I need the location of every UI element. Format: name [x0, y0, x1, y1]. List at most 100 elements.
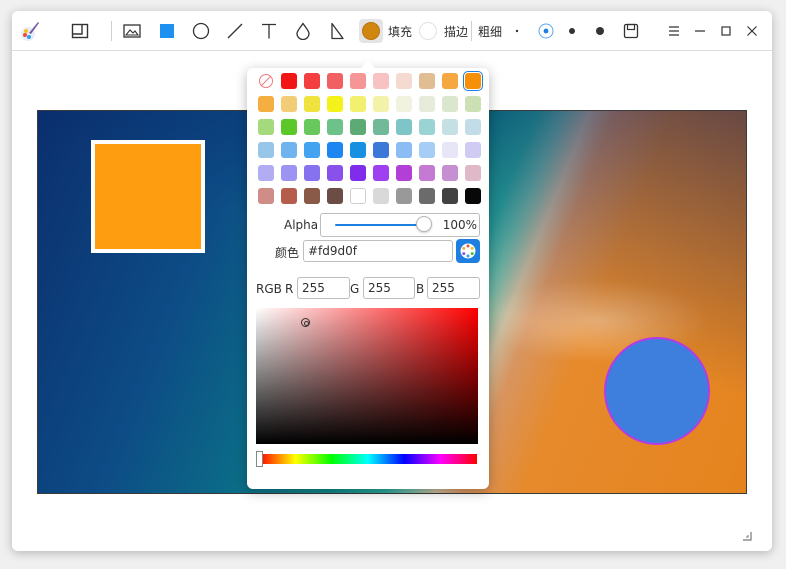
hue-slider[interactable] [259, 454, 477, 464]
color-swatch[interactable] [419, 119, 435, 135]
close-icon[interactable] [740, 19, 764, 43]
color-swatch[interactable] [258, 188, 274, 204]
color-swatch[interactable] [281, 96, 297, 112]
color-swatch[interactable] [304, 73, 320, 89]
cut-icon[interactable] [325, 19, 349, 43]
color-swatch[interactable] [327, 96, 343, 112]
thickness-small-option[interactable] [505, 19, 529, 43]
color-swatch[interactable] [373, 142, 389, 158]
color-swatch[interactable] [373, 119, 389, 135]
color-swatch[interactable] [373, 96, 389, 112]
thickness-xlarge-option[interactable] [588, 19, 612, 43]
color-swatch[interactable] [281, 188, 297, 204]
color-swatch[interactable] [442, 188, 458, 204]
g-label: G [350, 282, 360, 296]
droplet-icon[interactable] [291, 19, 315, 43]
color-swatch[interactable] [465, 188, 481, 204]
color-swatch[interactable] [396, 142, 412, 158]
color-swatch[interactable] [327, 73, 343, 89]
color-swatch[interactable] [350, 96, 366, 112]
color-swatch[interactable] [350, 142, 366, 158]
color-swatch[interactable] [304, 119, 320, 135]
color-swatch[interactable] [327, 142, 343, 158]
alpha-slider-track[interactable] [335, 224, 427, 226]
r-input[interactable]: 255 [297, 277, 350, 299]
thickness-large-option[interactable] [560, 19, 584, 43]
maximize-icon[interactable] [714, 19, 738, 43]
fill-color-button[interactable] [359, 19, 383, 43]
color-swatch[interactable] [419, 165, 435, 181]
orange-rectangle-shape[interactable] [91, 140, 205, 253]
color-swatch[interactable] [281, 142, 297, 158]
color-swatch[interactable] [465, 142, 481, 158]
color-swatch[interactable] [327, 188, 343, 204]
color-swatch[interactable] [258, 119, 274, 135]
toolbar-separator [111, 21, 112, 41]
color-swatch[interactable] [281, 73, 297, 89]
color-swatch[interactable] [304, 188, 320, 204]
color-swatch[interactable] [327, 119, 343, 135]
color-swatch[interactable] [350, 188, 366, 204]
thickness-label: 粗细 [478, 25, 503, 39]
crop-icon[interactable] [68, 19, 92, 43]
color-swatch[interactable] [350, 165, 366, 181]
color-swatch[interactable] [304, 165, 320, 181]
color-swatch[interactable] [419, 73, 435, 89]
color-swatch[interactable] [442, 96, 458, 112]
color-swatch[interactable] [373, 188, 389, 204]
alpha-slider-handle[interactable] [416, 216, 432, 232]
color-swatch[interactable] [465, 165, 481, 181]
color-swatch[interactable] [442, 165, 458, 181]
color-swatch[interactable] [419, 96, 435, 112]
blue-circle-shape[interactable] [604, 337, 710, 445]
color-swatch[interactable] [304, 96, 320, 112]
color-swatch[interactable] [396, 188, 412, 204]
color-swatch[interactable] [465, 119, 481, 135]
paintbrush-icon[interactable] [18, 19, 42, 43]
color-swatch[interactable] [373, 73, 389, 89]
toolbar-separator [471, 21, 472, 41]
color-swatch[interactable] [258, 165, 274, 181]
save-icon[interactable] [619, 19, 643, 43]
stroke-label[interactable]: 描边 [444, 23, 468, 40]
color-swatch[interactable] [396, 119, 412, 135]
palette-picker-icon[interactable] [456, 239, 480, 263]
color-swatch[interactable] [281, 119, 297, 135]
color-swatch[interactable] [396, 96, 412, 112]
text-icon[interactable] [257, 19, 281, 43]
color-swatch[interactable] [281, 165, 297, 181]
color-swatch[interactable] [465, 96, 481, 112]
stroke-color-button[interactable] [416, 19, 440, 43]
color-swatch[interactable] [327, 165, 343, 181]
hue-slider-handle[interactable] [256, 451, 263, 467]
color-swatch[interactable] [304, 142, 320, 158]
color-swatch[interactable] [419, 188, 435, 204]
image-icon[interactable] [120, 19, 144, 43]
color-swatch[interactable] [442, 142, 458, 158]
color-swatch[interactable] [373, 165, 389, 181]
saturation-cursor[interactable] [301, 318, 310, 327]
hamburger-menu-icon[interactable] [662, 19, 686, 43]
color-swatch[interactable] [350, 73, 366, 89]
saturation-value-field[interactable] [256, 308, 478, 444]
color-swatch[interactable] [396, 73, 412, 89]
g-input[interactable]: 255 [363, 277, 415, 299]
color-swatch[interactable] [258, 142, 274, 158]
no-color-swatch[interactable] [258, 73, 274, 89]
color-swatch[interactable] [396, 165, 412, 181]
color-swatch[interactable] [442, 73, 458, 89]
thickness-medium-option[interactable] [534, 19, 558, 43]
fill-label[interactable]: 填充 [388, 23, 412, 40]
b-input[interactable]: 255 [427, 277, 480, 299]
minimize-icon[interactable] [688, 19, 712, 43]
line-icon[interactable] [223, 19, 247, 43]
color-swatch[interactable] [419, 142, 435, 158]
color-swatch[interactable] [258, 96, 274, 112]
color-swatch[interactable] [463, 71, 483, 91]
color-swatch[interactable] [350, 119, 366, 135]
color-swatch[interactable] [442, 119, 458, 135]
hex-input[interactable]: #fd9d0f [303, 240, 453, 262]
rectangle-icon[interactable] [155, 19, 179, 43]
resize-handle-icon[interactable] [742, 531, 752, 541]
ellipse-icon[interactable] [189, 19, 213, 43]
